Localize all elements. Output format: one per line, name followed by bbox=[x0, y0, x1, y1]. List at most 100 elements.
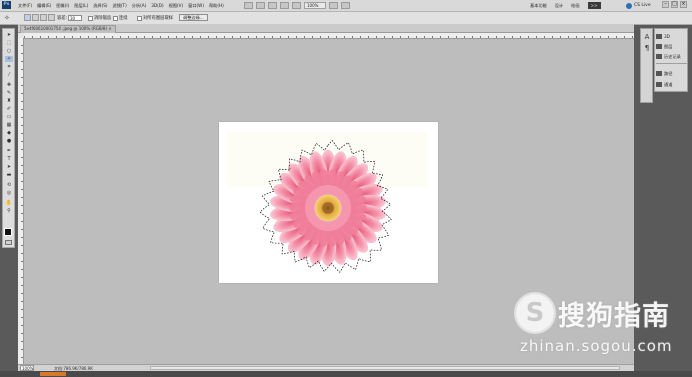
refine-edge-button[interactable]: 调整边缘... bbox=[179, 14, 208, 21]
zoom-level-select[interactable]: 100% bbox=[304, 2, 326, 9]
cs-live[interactable]: CS Live bbox=[626, 1, 651, 10]
hand-icon[interactable] bbox=[280, 2, 289, 9]
move-tool-icon[interactable]: ➤ bbox=[5, 32, 13, 38]
workspace-design[interactable]: 设计 bbox=[555, 3, 563, 9]
cs-live-icon bbox=[626, 2, 632, 9]
panel-3d[interactable]: 3D bbox=[656, 32, 670, 41]
3d-camera-tool-icon[interactable]: ◎ bbox=[5, 190, 13, 196]
sogou-logo-icon: S bbox=[516, 294, 554, 332]
tools-panel: ➤ ⬚ ○ ✧ ⌗ ⁄ ✚ ✎ ♜ ✐ ▭ ▦ ◆ ● ✒ T ➤ ▬ ⟲ ◎ … bbox=[2, 28, 15, 248]
3d-rotate-tool-icon[interactable]: ⟲ bbox=[5, 182, 13, 188]
workspace-more[interactable]: >> bbox=[587, 2, 601, 9]
arrange-documents-icon[interactable] bbox=[329, 2, 338, 9]
selection-mode-group bbox=[24, 14, 55, 21]
bridge-icon[interactable] bbox=[244, 2, 253, 9]
magic-wand-icon[interactable]: ✧ bbox=[4, 14, 14, 22]
menu-image[interactable]: 图像(I) bbox=[56, 3, 69, 9]
zoom-tool-icon[interactable]: ⚲ bbox=[5, 208, 13, 214]
menu-filter[interactable]: 滤镜(T) bbox=[113, 3, 127, 9]
dock-divider bbox=[656, 63, 687, 64]
app-bar-tools: 100% bbox=[244, 1, 350, 10]
brush-tool-icon[interactable]: ✎ bbox=[5, 90, 13, 96]
color-swatches[interactable] bbox=[4, 228, 15, 239]
window-controls: – □ × bbox=[662, 1, 687, 8]
menu-view[interactable]: 视图(V) bbox=[169, 3, 184, 9]
gradient-tool-icon[interactable]: ▦ bbox=[5, 122, 13, 128]
foreground-color-swatch[interactable] bbox=[4, 228, 12, 236]
document-tab[interactable]: 5e4f60610001754 .jpeg @ 100% (RGB/8) × bbox=[20, 25, 116, 33]
workspace-painting[interactable]: 绘画 bbox=[571, 3, 579, 9]
menu-edit[interactable]: 编辑(E) bbox=[37, 3, 51, 9]
contiguous-checkbox[interactable] bbox=[113, 15, 118, 21]
character-panel-icon[interactable]: A bbox=[643, 33, 651, 41]
paths-icon bbox=[656, 71, 662, 76]
sample-all-layers-checkbox[interactable] bbox=[137, 15, 142, 21]
healing-brush-tool-icon[interactable]: ✚ bbox=[5, 82, 13, 88]
menu-3d[interactable]: 3D(D) bbox=[151, 3, 163, 8]
extras-icon[interactable] bbox=[268, 2, 277, 9]
dodge-tool-icon[interactable]: ● bbox=[5, 138, 13, 144]
watermark-url: zhinan.sogou.com bbox=[520, 337, 673, 355]
path-selection-tool-icon[interactable]: ➤ bbox=[5, 164, 13, 170]
magic-wand-tool-icon[interactable]: ✧ bbox=[5, 56, 13, 62]
menu-select[interactable]: 选择(S) bbox=[93, 3, 107, 9]
horizontal-scrollbar[interactable] bbox=[150, 366, 620, 370]
quick-mask-icon[interactable] bbox=[5, 240, 12, 245]
menu-bar: Ps 文件(F) 编辑(E) 图像(I) 图层(L) 选择(S) 滤镜(T) 分… bbox=[0, 0, 692, 12]
antialias-checkbox[interactable] bbox=[88, 15, 93, 21]
crop-tool-icon[interactable]: ⌗ bbox=[5, 64, 13, 70]
panel-history-label: 历史记录 bbox=[664, 53, 681, 59]
maximize-button[interactable]: □ bbox=[671, 1, 678, 8]
panel-layers-label: 图层 bbox=[664, 43, 673, 49]
panel-channels-label: 通道 bbox=[664, 81, 673, 87]
intersect-selection-icon[interactable] bbox=[48, 14, 55, 21]
document-tab-bar: 5e4f60610001754 .jpeg @ 100% (RGB/8) × bbox=[18, 24, 634, 33]
zoom-tool-icon[interactable] bbox=[292, 2, 301, 9]
minimize-button[interactable]: – bbox=[662, 1, 669, 8]
sample-all-layers-label: 对所有图层取样 bbox=[143, 16, 174, 21]
close-button[interactable]: × bbox=[680, 1, 687, 8]
main-menu: 文件(F) 编辑(E) 图像(I) 图层(L) 选择(S) 滤镜(T) 分析(A… bbox=[18, 0, 224, 11]
eraser-tool-icon[interactable]: ▭ bbox=[5, 114, 13, 120]
new-selection-icon[interactable] bbox=[24, 14, 31, 21]
mini-bridge-icon[interactable] bbox=[256, 2, 265, 9]
lasso-tool-icon[interactable]: ○ bbox=[5, 48, 13, 54]
panel-paths[interactable]: 路径 bbox=[656, 69, 672, 78]
subtract-selection-icon[interactable] bbox=[40, 14, 47, 21]
cs-live-label: CS Live bbox=[634, 3, 651, 8]
paragraph-panel-icon[interactable]: ¶ bbox=[643, 44, 651, 52]
watermark-brand: 搜狗指南 bbox=[558, 301, 670, 332]
eyedropper-tool-icon[interactable]: ⁄ bbox=[5, 72, 13, 78]
panel-channels[interactable]: 通道 bbox=[656, 80, 672, 89]
clone-stamp-tool-icon[interactable]: ♜ bbox=[5, 98, 13, 104]
hand-tool-icon[interactable]: ✋ bbox=[5, 200, 13, 206]
panel-dock: 3D 图层 历史记录 路径 通道 bbox=[654, 28, 688, 92]
panel-history[interactable]: 历史记录 bbox=[656, 52, 681, 61]
marquee-tool-icon[interactable]: ⬚ bbox=[5, 40, 13, 46]
blur-tool-icon[interactable]: ◆ bbox=[5, 130, 13, 136]
taskbar-strip bbox=[0, 371, 692, 377]
document-canvas[interactable] bbox=[219, 122, 438, 283]
menu-layer[interactable]: 图层(L) bbox=[74, 3, 88, 9]
menu-window[interactable]: 窗口(W) bbox=[188, 3, 204, 9]
menu-analysis[interactable]: 分析(A) bbox=[132, 3, 147, 9]
history-icon bbox=[656, 54, 662, 59]
panel-layers[interactable]: 图层 bbox=[656, 42, 672, 51]
screen-mode-icon[interactable] bbox=[341, 2, 350, 9]
pen-tool-icon[interactable]: ✒ bbox=[5, 148, 13, 154]
shape-tool-icon[interactable]: ▬ bbox=[5, 172, 13, 178]
history-brush-tool-icon[interactable]: ✐ bbox=[5, 106, 13, 112]
layers-icon bbox=[656, 44, 662, 49]
workspace-essentials[interactable]: 基本功能 bbox=[530, 3, 547, 9]
menu-file[interactable]: 文件(F) bbox=[18, 3, 32, 9]
workspace-switcher: 基本功能 设计 绘画 >> bbox=[530, 0, 601, 11]
panel-3d-label: 3D bbox=[664, 34, 670, 39]
3d-icon bbox=[656, 34, 662, 39]
taskbar-active-item[interactable] bbox=[40, 372, 66, 376]
add-to-selection-icon[interactable] bbox=[32, 14, 39, 21]
antialias-label: 消除锯齿 bbox=[94, 16, 112, 21]
menu-help[interactable]: 帮助(H) bbox=[209, 3, 224, 9]
photoshop-logo: Ps bbox=[2, 1, 11, 9]
tolerance-input[interactable]: 30 bbox=[68, 15, 82, 21]
type-tool-icon[interactable]: T bbox=[5, 156, 13, 162]
